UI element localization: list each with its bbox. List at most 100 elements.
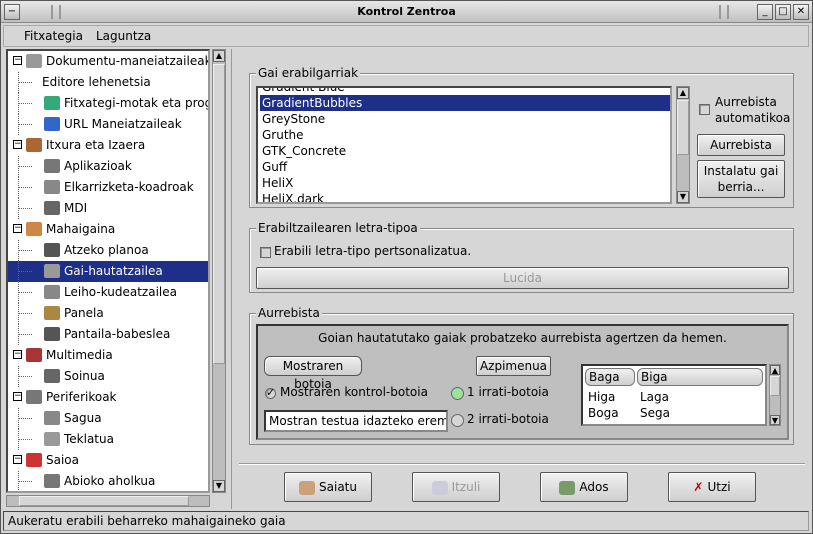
tree-item[interactable]: Pantaila-babeslea xyxy=(8,324,208,345)
file-types-icon xyxy=(44,96,60,110)
theme-list-item[interactable]: GradientBubbles xyxy=(260,95,670,111)
theme-list[interactable]: Gradient-Blue GradientBubbles GreyStone Gru… xyxy=(256,86,672,204)
theme-list-item[interactable]: Gruthe xyxy=(260,127,670,143)
background-icon xyxy=(44,243,60,257)
maximize-button[interactable]: □ xyxy=(775,4,791,20)
save-button[interactable]: Saiatu xyxy=(284,472,372,502)
tree-item[interactable]: Leiho-kudeatzailea xyxy=(8,282,208,303)
tree-item[interactable]: MDI xyxy=(8,198,208,219)
theme-list-item[interactable]: HeliX xyxy=(260,175,670,191)
collapse-icon[interactable]: − xyxy=(13,350,22,359)
tree-horizontal-scrollbar[interactable] xyxy=(6,495,210,507)
column-header-1[interactable]: Baga xyxy=(585,368,635,386)
tree-item[interactable]: Elkarrizketa-koadroak xyxy=(8,177,208,198)
tree-vertical-scrollbar[interactable]: ▲ ▼ xyxy=(212,49,226,493)
theme-list-item[interactable]: Guff xyxy=(260,159,670,175)
collapse-icon[interactable]: − xyxy=(13,392,22,401)
tree-item[interactable]: Sagua xyxy=(8,408,208,429)
sample-list-scrollbar[interactable]: ▲ ▼ xyxy=(769,364,781,426)
tree-item-label: Soinua xyxy=(64,369,105,383)
sample-check-button[interactable] xyxy=(265,386,276,399)
tree-connector xyxy=(18,166,32,167)
tree-item[interactable]: Gai-hautatzailea xyxy=(8,261,208,282)
theme-list-item[interactable]: Gradient-Blue xyxy=(260,88,670,95)
tree-connector xyxy=(18,418,32,419)
action-separator xyxy=(239,463,805,464)
menu-help[interactable]: Laguntza xyxy=(96,29,151,43)
tree-item[interactable]: Teklatua xyxy=(8,429,208,450)
font-picker-button[interactable]: Lucida xyxy=(256,267,789,289)
theme-scroll-up-icon[interactable]: ▲ xyxy=(677,87,689,99)
theme-list-item[interactable]: GreyStone xyxy=(260,111,670,127)
scroll-down-icon[interactable]: ▼ xyxy=(213,480,225,492)
submenu-button[interactable]: Azpimenua xyxy=(476,356,551,376)
tree-item[interactable]: − Mahaigaina xyxy=(8,219,208,240)
theme-list-item[interactable]: GTK_Concrete xyxy=(260,143,670,159)
collapse-icon[interactable]: − xyxy=(13,56,22,65)
tree-item[interactable]: Abioko aholkua xyxy=(8,471,208,491)
tree-item[interactable]: − Periferikoak xyxy=(8,387,208,408)
tree-connector xyxy=(18,313,32,314)
tree-item[interactable]: − Multimedia xyxy=(8,345,208,366)
close-button[interactable]: ✕ xyxy=(793,4,809,20)
module-tree[interactable]: − Dokumentu-maneiatzaileak Editore lehenet… xyxy=(6,49,210,493)
menu-file[interactable]: Fitxategia xyxy=(24,29,83,43)
appearance-icon xyxy=(26,138,42,152)
ok-button[interactable]: Ados xyxy=(540,472,628,502)
collapse-icon[interactable]: − xyxy=(13,224,22,233)
theme-scroll-down-icon[interactable]: ▼ xyxy=(677,191,689,203)
dialogs-icon xyxy=(44,180,60,194)
custom-font-checkbox[interactable] xyxy=(260,247,271,258)
minimize-button[interactable]: _ xyxy=(757,4,773,20)
tree-hscroll-thumb[interactable] xyxy=(19,496,189,506)
title-bar[interactable]: − Kontrol Zentroa _ □ ✕ xyxy=(1,1,812,23)
tree-item[interactable]: Editore lehenetsia xyxy=(8,72,208,93)
minimize-icon: _ xyxy=(762,6,768,17)
scroll-up-icon[interactable]: ▲ xyxy=(213,50,225,62)
tree-item[interactable]: Panela xyxy=(8,303,208,324)
preview-button[interactable]: Aurrebista xyxy=(697,134,785,156)
install-theme-button[interactable]: Instalatu gai berria... xyxy=(697,160,785,198)
theme-list-scrollbar[interactable]: ▲ ▼ xyxy=(676,86,690,204)
pane-divider[interactable] xyxy=(231,49,232,509)
tree-item[interactable]: − Saioa xyxy=(8,450,208,471)
tree-guide xyxy=(18,324,19,345)
tree-guide xyxy=(18,366,19,387)
cancel-button[interactable]: ✗ Utzi xyxy=(668,472,756,502)
tree-item[interactable]: URL Maneiatzaileak xyxy=(8,114,208,135)
window-manager-icon xyxy=(44,285,60,299)
collapse-icon[interactable]: − xyxy=(13,140,22,149)
tree-connector xyxy=(18,481,32,482)
tree-guide xyxy=(18,282,19,303)
tree-item[interactable]: Aplikazioak xyxy=(8,156,208,177)
radio-button-1[interactable] xyxy=(451,387,464,400)
radio-button-2[interactable] xyxy=(451,414,464,427)
tree-item[interactable]: Atzeko planoa xyxy=(8,240,208,261)
tree-item-label: Mahaigaina xyxy=(46,222,116,236)
revert-button[interactable]: Itzuli xyxy=(412,472,500,502)
theme-scroll-thumb[interactable] xyxy=(677,100,689,155)
status-bar: Aukeratu erabili beharreko mahaigaineko … xyxy=(3,511,809,531)
sample-text-entry[interactable]: Mostran testua idazteko eremua xyxy=(264,410,448,432)
tree-connector xyxy=(18,292,32,293)
tree-item-label: Periferikoak xyxy=(46,390,117,404)
tree-item-label: Gai-hautatzailea xyxy=(64,264,163,278)
collapse-icon[interactable]: − xyxy=(13,455,22,464)
tree-guide xyxy=(18,240,19,261)
sample-column-list[interactable]: Baga Biga Higa Laga Boga Sega xyxy=(581,364,767,426)
panel-icon xyxy=(44,306,60,320)
tree-item[interactable]: − Itxura eta Izaera xyxy=(8,135,208,156)
tree-item-label: Dokumentu-maneiatzaileak xyxy=(46,54,210,68)
sample-scroll-thumb[interactable] xyxy=(770,376,780,396)
sample-scroll-down-icon[interactable]: ▼ xyxy=(770,415,780,425)
tree-item[interactable]: Fitxategi-motak eta progra xyxy=(8,93,208,114)
clist-cell: Laga xyxy=(640,390,670,404)
sample-button[interactable]: Mostraren botoia xyxy=(264,356,362,391)
tree-item[interactable]: − Dokumentu-maneiatzaileak xyxy=(8,51,208,72)
theme-list-item[interactable]: HeliX.dark xyxy=(260,191,670,202)
tree-scroll-thumb[interactable] xyxy=(213,64,225,364)
sample-scroll-up-icon[interactable]: ▲ xyxy=(770,365,780,375)
column-header-2[interactable]: Biga xyxy=(637,368,763,386)
auto-preview-checkbox[interactable] xyxy=(699,104,710,115)
tree-item[interactable]: Soinua xyxy=(8,366,208,387)
